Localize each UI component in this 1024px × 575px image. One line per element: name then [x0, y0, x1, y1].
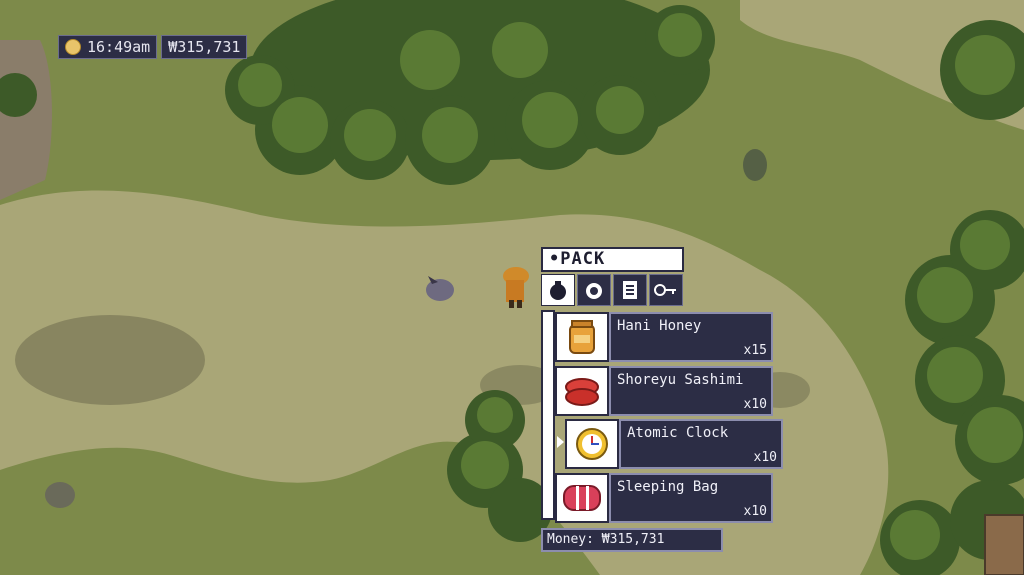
clock-icon	[576, 428, 608, 460]
bag-icon	[550, 281, 566, 300]
item-quantity: x15	[743, 343, 767, 358]
list-item-hani-honey[interactable]: Hani Honey x15	[555, 312, 773, 362]
tab-food[interactable]	[577, 274, 611, 306]
item-info: Atomic Clock x10	[619, 419, 783, 469]
selection-cursor-icon	[557, 436, 564, 448]
list-item-shoreyu-sashimi[interactable]: Shoreyu Sashimi x10	[555, 366, 773, 416]
item-name: Shoreyu Sashimi	[617, 372, 744, 388]
npc-creature-right	[743, 149, 767, 181]
tab-documents[interactable]	[613, 274, 647, 306]
hud: 16:49am ₩315,731	[58, 35, 248, 59]
item-quantity: x10	[743, 504, 767, 519]
sun-icon	[65, 39, 81, 55]
npc-creature-left	[45, 482, 75, 508]
item-info: Shoreyu Sashimi x10	[609, 366, 773, 416]
pack-tabs	[541, 274, 683, 306]
item-quantity: x10	[753, 450, 777, 465]
key-icon	[654, 284, 676, 296]
item-name: Atomic Clock	[627, 425, 729, 441]
game-world	[0, 0, 1024, 575]
item-icon-box	[555, 366, 609, 416]
time-text: 16:49am	[87, 38, 151, 56]
list-item-sleeping-bag[interactable]: Sleeping Bag x10	[555, 473, 773, 523]
pack-title: •PACK	[541, 247, 684, 272]
list-item-atomic-clock[interactable]: Atomic Clock x10	[565, 419, 783, 469]
item-icon-box	[565, 419, 619, 469]
item-quantity: x10	[743, 397, 767, 412]
item-list-scrollbar[interactable]	[541, 310, 555, 520]
cliff	[0, 40, 52, 200]
item-info: Hani Honey x15	[609, 312, 773, 362]
item-info: Sleeping Bag x10	[609, 473, 773, 523]
item-icon-box	[555, 473, 609, 523]
item-icon-box	[555, 312, 609, 362]
time-display: 16:49am	[58, 35, 158, 59]
wooden-structure	[984, 514, 1024, 575]
sleeping-bag-icon	[563, 485, 601, 511]
item-name: Hani Honey	[617, 318, 702, 334]
honey-jar-icon	[569, 320, 595, 354]
item-name: Sleeping Bag	[617, 479, 719, 495]
food-icon	[586, 283, 602, 299]
money-display: ₩315,731	[161, 35, 248, 59]
tab-keys[interactable]	[649, 274, 683, 306]
money-text: ₩315,731	[168, 38, 241, 56]
tab-bag[interactable]	[541, 274, 575, 306]
document-icon	[623, 281, 637, 299]
sashimi-icon	[565, 378, 599, 406]
pack-money-bar: Money: ₩315,731	[541, 528, 723, 552]
